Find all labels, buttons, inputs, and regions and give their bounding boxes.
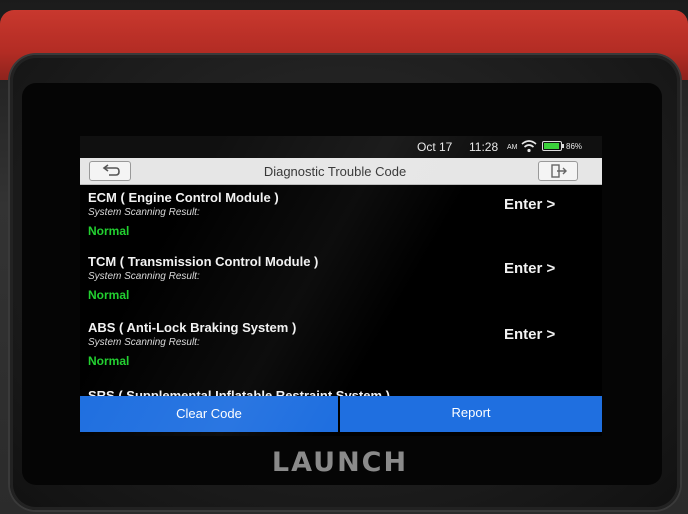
page-title: Diagnostic Trouble Code <box>263 164 407 179</box>
exit-button[interactable] <box>538 161 578 181</box>
status-normal: Normal <box>88 288 130 302</box>
brand-logo: LAUNCH <box>271 447 409 478</box>
screen: Oct 17 11:28 AM 86% Diagnostic Trouble C… <box>80 136 602 436</box>
enter-button-tcm[interactable]: Enter > <box>504 260 555 277</box>
module-item-ecm: ECM ( Engine Control Module ) System Sca… <box>80 184 602 250</box>
back-arrow-icon <box>102 164 120 176</box>
wifi-icon <box>521 140 537 153</box>
module-list: ECM ( Engine Control Module ) System Sca… <box>80 184 602 396</box>
module-item-abs: ABS ( Anti-Lock Braking System ) System … <box>80 314 602 380</box>
module-name: ECM ( Engine Control Module ) <box>88 190 279 205</box>
status-normal: Normal <box>88 354 130 368</box>
title-bar: Diagnostic Trouble Code <box>80 158 602 185</box>
status-ampm: AM <box>507 144 518 151</box>
battery-percent: 86% <box>566 142 583 151</box>
scan-result-label: System Scanning Result: <box>88 207 200 218</box>
module-item-srs[interactable]: SRS ( Supplemental Inflatable Restraint … <box>80 382 602 396</box>
back-button[interactable] <box>89 161 131 181</box>
enter-button-abs[interactable]: Enter > <box>504 326 555 343</box>
enter-button-ecm[interactable]: Enter > <box>504 196 555 213</box>
status-date: Oct 17 <box>417 140 453 154</box>
module-item-tcm: TCM ( Transmission Control Module ) Syst… <box>80 248 602 314</box>
module-name: SRS ( Supplemental Inflatable Restraint … <box>88 388 390 396</box>
report-button[interactable]: Report <box>340 396 602 432</box>
module-name: ABS ( Anti-Lock Braking System ) <box>88 320 297 335</box>
status-bar: Oct 17 11:28 AM 86% <box>80 136 602 158</box>
clear-code-button[interactable]: Clear Code <box>80 396 338 432</box>
status-normal: Normal <box>88 224 130 238</box>
battery-icon <box>542 141 564 151</box>
scan-result-label: System Scanning Result: <box>88 271 200 282</box>
status-time: 11:28 <box>469 140 499 154</box>
bottom-action-bar: Clear Code Report <box>80 396 602 432</box>
module-name: TCM ( Transmission Control Module ) <box>88 254 319 269</box>
scan-result-label: System Scanning Result: <box>88 337 200 348</box>
exit-icon <box>551 164 567 178</box>
